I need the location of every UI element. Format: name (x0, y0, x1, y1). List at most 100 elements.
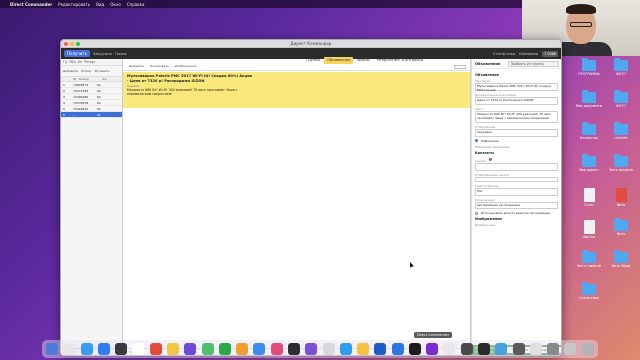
dock-app-icon[interactable] (426, 343, 439, 355)
dock-app-icon[interactable] (443, 343, 456, 355)
get-button[interactable]: Получить (64, 50, 91, 57)
zoom-window-button[interactable] (76, 41, 80, 46)
dock-app-icon[interactable] (374, 343, 387, 355)
folder-icon (582, 90, 596, 103)
group-select[interactable]: Выбрать из группы (508, 60, 559, 67)
ad-card[interactable]: Мультиварка Polaris PMC 5017 Wi-Fi IQ! С… (123, 72, 470, 108)
dock-app-icon[interactable] (46, 343, 58, 355)
dock-app-icon[interactable] (218, 343, 231, 355)
display-link-field[interactable] (475, 176, 558, 182)
add-ad-button[interactable]: Добавить (129, 64, 144, 70)
column-header[interactable]: Фр (100, 77, 122, 81)
dock-app-icon[interactable] (357, 343, 370, 355)
dock-app-icon[interactable] (495, 343, 508, 355)
dock-app-icon[interactable] (564, 343, 577, 355)
table-row[interactable]: 6 --- Ре (61, 112, 122, 118)
tab-phrases[interactable]: Фразы (354, 57, 372, 64)
mobile-toggle[interactable] (475, 139, 478, 143)
dock-app-icon[interactable] (270, 343, 283, 355)
left-tab[interactable]: Объ (69, 60, 76, 64)
desktop-icon-folder[interactable]: Мои директ (574, 154, 604, 172)
copy-ad-button[interactable]: Копировать (150, 64, 169, 70)
column-header[interactable]: Номер (77, 77, 101, 81)
dock-app-icon[interactable] (115, 343, 128, 355)
dock-app-icon[interactable] (132, 343, 145, 355)
center-search-input[interactable] (454, 65, 466, 69)
dock-app-icon[interactable] (184, 343, 197, 355)
menubar-item[interactable]: Справка (127, 2, 145, 7)
upload-button[interactable]: Загрузить (93, 52, 112, 56)
desktop-icons: ПРОГРАММЫ ФОТО Мои документы ФОТО Коллектор L… (574, 58, 640, 340)
left-tab[interactable]: Ретарг (84, 60, 95, 64)
link-field[interactable] (475, 162, 558, 171)
tab-retargeting[interactable]: Ретаргетинг и интересы (374, 57, 427, 64)
dock-app-icon[interactable] (149, 343, 162, 355)
dock-app-icon[interactable] (236, 343, 249, 355)
turbo-select[interactable]: Нет (475, 187, 558, 196)
dock-app-icon[interactable] (322, 343, 335, 355)
desktop-icon-folder[interactable]: Фото главный (574, 250, 604, 268)
desktop-icon-label: Статистика (579, 296, 599, 300)
desktop-icon-folder[interactable]: ФОТО (606, 90, 636, 108)
left-tab[interactable]: Гр (63, 60, 67, 64)
dock-app-icon[interactable] (547, 343, 560, 355)
tab-groups[interactable]: Группы (303, 57, 323, 64)
desktop-icon-label: Мои документы (575, 104, 603, 108)
desktop-icon-folder[interactable]: Фото (606, 218, 636, 236)
desktop-icon-label: Фото главный (577, 264, 601, 268)
menubar-app-name[interactable]: Direct Commander (10, 2, 52, 7)
dock-app-icon[interactable] (460, 343, 473, 355)
desktop-icon-folder[interactable]: Фото раздела (606, 154, 636, 172)
menubar-item[interactable]: Вид (96, 2, 104, 7)
desktop-icon-folder[interactable]: ФОТО (606, 58, 636, 76)
dock-app-icon[interactable] (581, 343, 594, 355)
table-cell: 3 (63, 94, 65, 99)
minimize-window-button[interactable] (70, 41, 74, 46)
tab-ads[interactable]: Объявления (324, 57, 354, 64)
dock-app-icon[interactable] (97, 343, 110, 355)
campaigns-button[interactable]: Кампании (519, 52, 538, 56)
dock-app-icon[interactable] (478, 343, 491, 355)
images-button[interactable]: Изображения (175, 64, 197, 70)
desktop-icon-folder[interactable]: Коллектор (574, 122, 604, 140)
display-select[interactable]: Черновик (475, 129, 558, 137)
dock-app-icon[interactable] (201, 343, 214, 355)
desktop-icon-folder[interactable]: Фото Ящик (606, 250, 636, 268)
dock-app-icon[interactable] (253, 343, 266, 355)
org-select[interactable]: Организация не привязана (475, 201, 558, 210)
presenter-hair (566, 4, 596, 14)
menubar-item[interactable]: Окно (110, 2, 121, 7)
dock-app-icon[interactable] (287, 343, 300, 355)
extra-title-field[interactable]: Цена от 7320 р! Распродажа GIZON (475, 97, 558, 105)
text-field[interactable]: Мощность 860 Вт! Wi-Fi! 300 режимов! 70 … (475, 111, 558, 123)
dock-app-icon[interactable] (80, 343, 93, 355)
folder-icon (614, 90, 628, 103)
copy-button[interactable]: Копир. (81, 69, 92, 73)
close-window-button[interactable] (64, 41, 68, 46)
desktop-icon-folder[interactable]: Статистика (574, 282, 604, 300)
dock-app-icon[interactable] (529, 343, 542, 355)
menubar-item[interactable]: Редактировать (58, 2, 90, 7)
desktop-icon-folder[interactable]: ПРОГРАММЫ (574, 58, 604, 76)
desktop-icon-doc[interactable]: Отчет (574, 188, 604, 207)
org-checkbox[interactable] (475, 211, 478, 215)
dock-app-icon[interactable] (166, 343, 179, 355)
dock-app-icon[interactable] (391, 343, 404, 355)
dock-app-icon[interactable] (339, 343, 352, 355)
desktop-icon-folder[interactable]: Linkedln (606, 122, 636, 140)
desktop-icon-label: ФОТО (616, 72, 626, 76)
app-window: Директ Коммандер Получить Загрузить Поис… (60, 39, 562, 356)
dock-app-icon[interactable] (305, 343, 318, 355)
add-button[interactable]: Добавить (63, 69, 78, 73)
dock-app-icon[interactable] (512, 343, 525, 355)
desktop-icon-pdf[interactable]: Фото (606, 188, 636, 207)
dock-app-icon[interactable] (408, 343, 421, 355)
stats-button[interactable]: Статистика (493, 52, 515, 56)
search-button[interactable]: Поиск (115, 52, 126, 56)
paste-button[interactable]: Вставить (95, 69, 110, 73)
desktop-icon-doc[interactable]: Аватар (574, 220, 604, 239)
desktop-icon-folder[interactable]: Мои документы (574, 90, 604, 108)
dock-app-icon[interactable] (63, 343, 76, 355)
left-tab[interactable]: Кл (78, 60, 82, 64)
title-field[interactable]: Мультиварка Polaris PMC 5017 Wi-Fi IQ! С… (475, 83, 558, 92)
